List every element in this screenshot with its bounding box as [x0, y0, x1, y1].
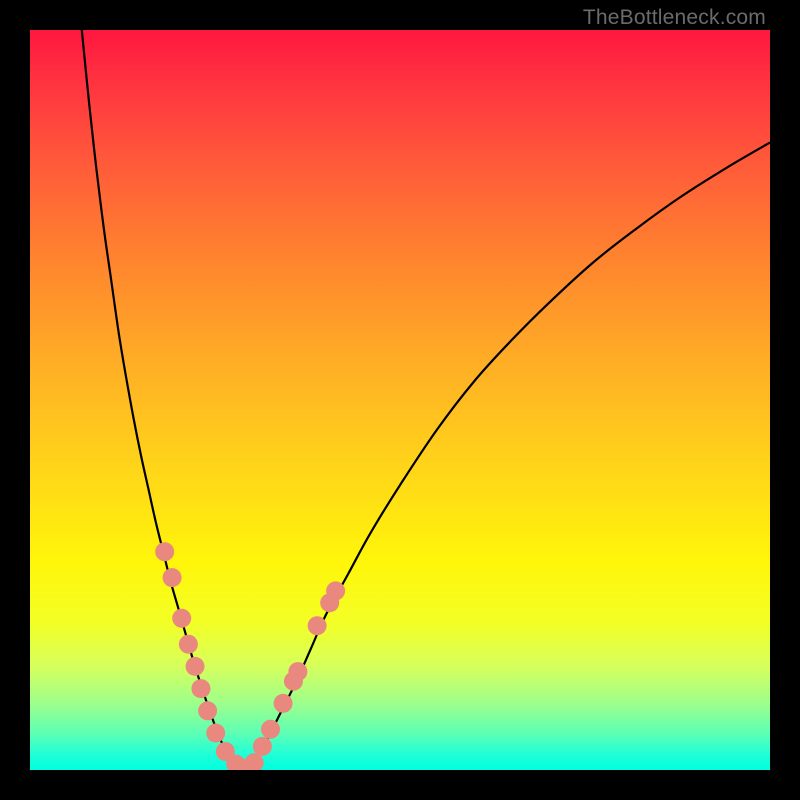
data-marker [253, 737, 272, 756]
chart-frame: TheBottleneck.com [0, 0, 800, 800]
chart-svg [30, 30, 770, 770]
data-marker [179, 635, 198, 654]
left-curve [82, 30, 237, 766]
data-marker [191, 679, 210, 698]
data-marker [326, 581, 345, 600]
data-marker [206, 724, 225, 743]
plot-area [30, 30, 770, 770]
data-marker [186, 657, 205, 676]
data-marker [198, 701, 217, 720]
watermark-label: TheBottleneck.com [583, 6, 766, 30]
data-marker [261, 720, 280, 739]
data-marker [308, 616, 327, 635]
data-marker [274, 694, 293, 713]
data-marker [163, 568, 182, 587]
data-marker [155, 542, 174, 561]
right-curve [252, 142, 770, 766]
data-marker [288, 662, 307, 681]
data-markers [155, 542, 345, 770]
data-marker [172, 609, 191, 628]
